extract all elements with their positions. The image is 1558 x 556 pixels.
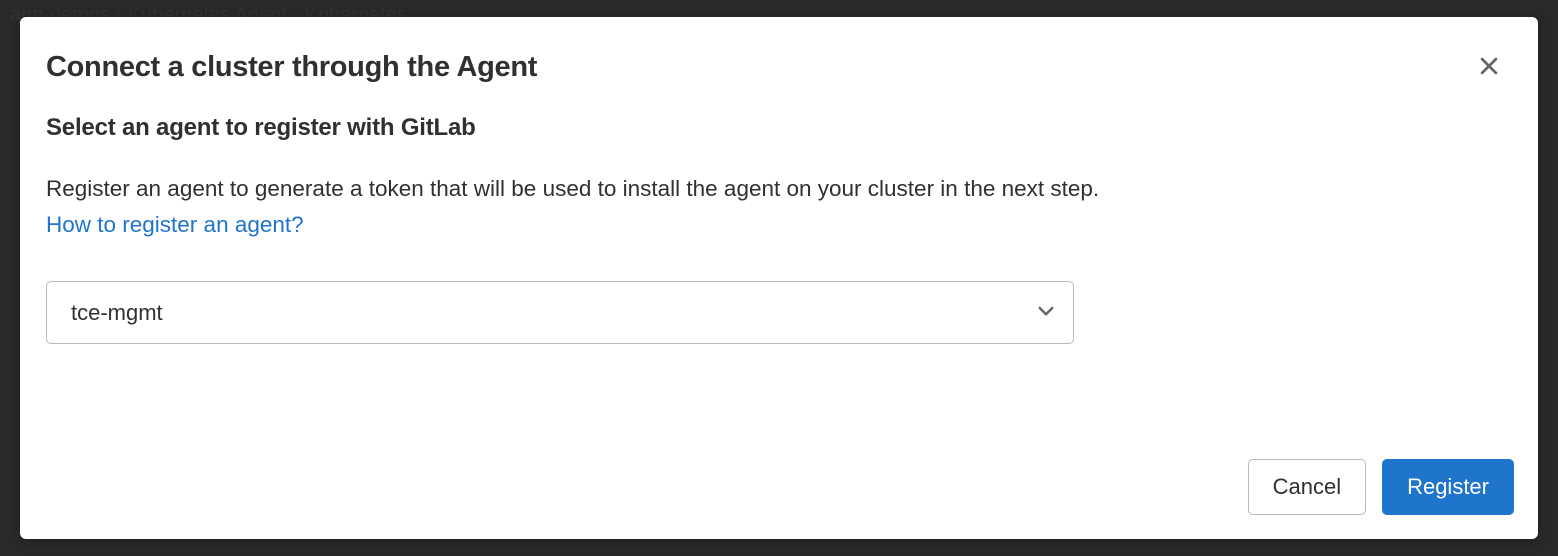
modal-title: Connect a cluster through the Agent: [46, 51, 537, 84]
close-button[interactable]: [1474, 51, 1504, 84]
modal-header: Connect a cluster through the Agent: [20, 17, 1538, 84]
cancel-button[interactable]: Cancel: [1248, 459, 1366, 515]
modal-description: Register an agent to generate a token th…: [46, 170, 1512, 207]
modal-footer: Cancel Register: [20, 441, 1538, 539]
connect-cluster-modal: Connect a cluster through the Agent Sele…: [20, 17, 1538, 539]
close-icon: [1478, 55, 1500, 80]
help-link[interactable]: How to register an agent?: [46, 207, 304, 243]
modal-body: Select an agent to register with GitLab …: [20, 84, 1538, 441]
agent-dropdown: tce-mgmt: [46, 281, 1074, 344]
agent-dropdown-button[interactable]: tce-mgmt: [46, 281, 1074, 344]
modal-subtitle: Select an agent to register with GitLab: [46, 114, 1512, 142]
register-button[interactable]: Register: [1382, 459, 1514, 515]
agent-dropdown-selected: tce-mgmt: [71, 300, 163, 326]
